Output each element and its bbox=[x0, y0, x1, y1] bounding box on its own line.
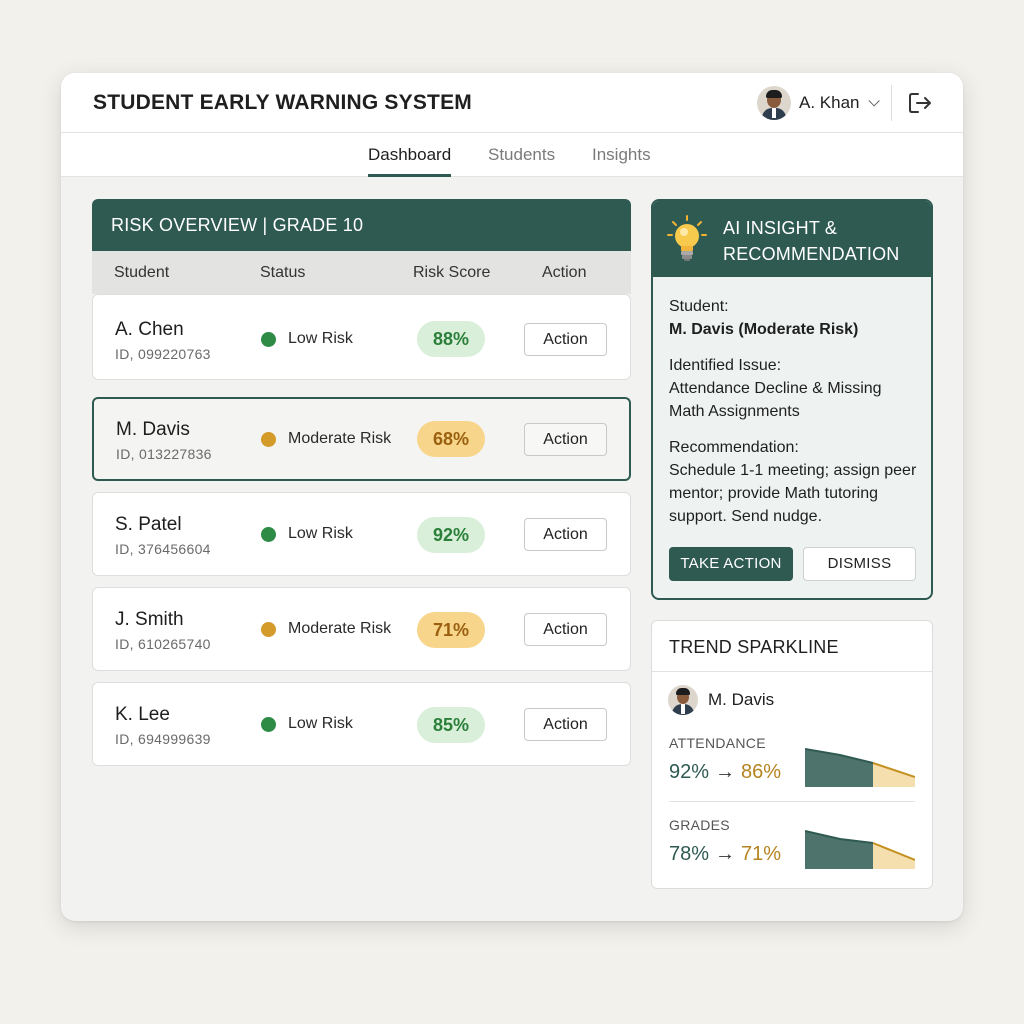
ai-insight-header: AI INSIGHT & RECOMMENDATION bbox=[653, 201, 931, 277]
risk-score-badge: 85% bbox=[417, 707, 485, 743]
tab-students[interactable]: Students bbox=[488, 145, 555, 174]
column-header-risk-score: Risk Score bbox=[413, 264, 491, 281]
attendance-sparkline bbox=[805, 748, 915, 787]
ai-insight-title-line1: AI INSIGHT & bbox=[723, 218, 838, 238]
student-name: M. Davis bbox=[116, 419, 190, 440]
top-bar: STUDENT EARLY WARNING SYSTEM A. Khan bbox=[61, 73, 963, 133]
attendance-from: 92% bbox=[669, 761, 710, 783]
divider bbox=[891, 85, 892, 121]
table-row-selected[interactable]: M. Davis ID, 013227836 Moderate Risk 68%… bbox=[92, 397, 631, 481]
action-button[interactable]: Action bbox=[524, 613, 607, 646]
student-id: ID, 376456604 bbox=[115, 541, 211, 557]
user-menu[interactable]: A. Khan bbox=[757, 85, 880, 121]
attendance-value: 92% → 86% bbox=[669, 761, 781, 784]
table-row[interactable]: A. Chen ID, 099220763 Low Risk 88% Actio… bbox=[92, 294, 631, 380]
column-header-action: Action bbox=[542, 264, 587, 281]
student-id: ID, 610265740 bbox=[115, 636, 211, 652]
student-name: S. Patel bbox=[115, 514, 182, 535]
tab-insights[interactable]: Insights bbox=[592, 145, 651, 174]
tab-bar: Dashboard Students Insights bbox=[61, 133, 963, 177]
trend-sparkline-card: TREND SPARKLINE M. Davis ATTENDANCE 92% →… bbox=[651, 620, 933, 889]
student-id: ID, 013227836 bbox=[116, 446, 212, 462]
student-value: M. Davis (Moderate Risk) bbox=[669, 321, 859, 338]
student-id: ID, 099220763 bbox=[115, 346, 211, 362]
grades-sparkline bbox=[805, 830, 915, 869]
recommendation-line: mentor; provide Math tutoring bbox=[669, 485, 878, 502]
column-header-student: Student bbox=[114, 264, 170, 281]
student-label: Student: bbox=[669, 298, 729, 315]
recommendation-line: Schedule 1-1 meeting; assign peer bbox=[669, 462, 917, 479]
status-dot-icon bbox=[261, 432, 276, 447]
avatar-icon bbox=[757, 86, 791, 120]
grades-label: GRADES bbox=[669, 817, 730, 833]
app-window: STUDENT EARLY WARNING SYSTEM A. Khan Das… bbox=[61, 73, 963, 921]
divider bbox=[652, 671, 932, 672]
lightbulb-icon bbox=[667, 215, 707, 261]
arrow-right-icon: → bbox=[715, 843, 736, 865]
issue-label: Identified Issue: bbox=[669, 357, 782, 374]
chevron-down-icon[interactable] bbox=[867, 95, 880, 107]
status-label: Moderate Risk bbox=[288, 430, 392, 447]
student-name: J. Smith bbox=[115, 609, 184, 630]
attendance-to: 86% bbox=[741, 761, 782, 783]
issue-line: Math Assignments bbox=[669, 403, 800, 420]
status-dot-icon bbox=[261, 527, 276, 542]
grades-from: 78% bbox=[669, 843, 710, 865]
user-name: A. Khan bbox=[799, 93, 860, 112]
student-name: K. Lee bbox=[115, 704, 170, 725]
tab-dashboard[interactable]: Dashboard bbox=[368, 145, 452, 177]
status-dot-icon bbox=[261, 332, 276, 347]
trend-student: M. Davis bbox=[668, 685, 774, 715]
risk-score-badge: 68% bbox=[417, 421, 485, 457]
status-dot-icon bbox=[261, 717, 276, 732]
grades-to: 71% bbox=[741, 843, 782, 865]
take-action-button[interactable]: TAKE ACTION bbox=[669, 547, 793, 581]
trend-title: TREND SPARKLINE bbox=[669, 637, 839, 657]
attendance-label: ATTENDANCE bbox=[669, 735, 766, 751]
grades-value: 78% → 71% bbox=[669, 843, 781, 866]
avatar-icon bbox=[668, 685, 698, 715]
risk-score-badge: 71% bbox=[417, 612, 485, 648]
status-label: Low Risk bbox=[288, 715, 353, 732]
divider bbox=[669, 801, 915, 802]
trend-student-name: M. Davis bbox=[708, 690, 775, 709]
dismiss-button[interactable]: DISMISS bbox=[803, 547, 916, 581]
recommendation-label: Recommendation: bbox=[669, 439, 799, 456]
ai-insight-body: Student: M. Davis (Moderate Risk) Identi… bbox=[669, 295, 921, 541]
action-button[interactable]: Action bbox=[524, 518, 607, 551]
table-row[interactable]: J. Smith ID, 610265740 Moderate Risk 71%… bbox=[92, 587, 631, 671]
app-title: STUDENT EARLY WARNING SYSTEM bbox=[93, 91, 472, 114]
logout-icon[interactable] bbox=[907, 90, 933, 116]
risk-score-badge: 88% bbox=[417, 321, 485, 357]
risk-overview-title: RISK OVERVIEW | GRADE 10 bbox=[111, 215, 364, 235]
status-dot-icon bbox=[261, 622, 276, 637]
action-button[interactable]: Action bbox=[524, 708, 607, 741]
arrow-right-icon: → bbox=[715, 761, 736, 783]
column-header-status: Status bbox=[260, 264, 306, 281]
risk-overview-header: RISK OVERVIEW | GRADE 10 bbox=[92, 199, 631, 251]
recommendation-line: support. Send nudge. bbox=[669, 508, 823, 525]
ai-insight-title-line2: RECOMMENDATION bbox=[723, 244, 900, 264]
ai-insight-card: AI INSIGHT & RECOMMENDATION Student: M. … bbox=[651, 199, 933, 600]
student-id: ID, 694999639 bbox=[115, 731, 211, 747]
action-button[interactable]: Action bbox=[524, 423, 607, 456]
student-name: A. Chen bbox=[115, 319, 184, 340]
status-label: Low Risk bbox=[288, 330, 353, 347]
table-row[interactable]: K. Lee ID, 694999639 Low Risk 85% Action bbox=[92, 682, 631, 766]
table-column-headers: Student Status Risk Score Action bbox=[92, 251, 631, 294]
table-row[interactable]: S. Patel ID, 376456604 Low Risk 92% Acti… bbox=[92, 492, 631, 576]
issue-line: Attendance Decline & Missing bbox=[669, 380, 882, 397]
risk-score-badge: 92% bbox=[417, 517, 485, 553]
status-label: Low Risk bbox=[288, 525, 353, 542]
ai-insight-title: AI INSIGHT & RECOMMENDATION bbox=[723, 215, 899, 267]
status-label: Moderate Risk bbox=[288, 620, 392, 637]
action-button[interactable]: Action bbox=[524, 323, 607, 356]
